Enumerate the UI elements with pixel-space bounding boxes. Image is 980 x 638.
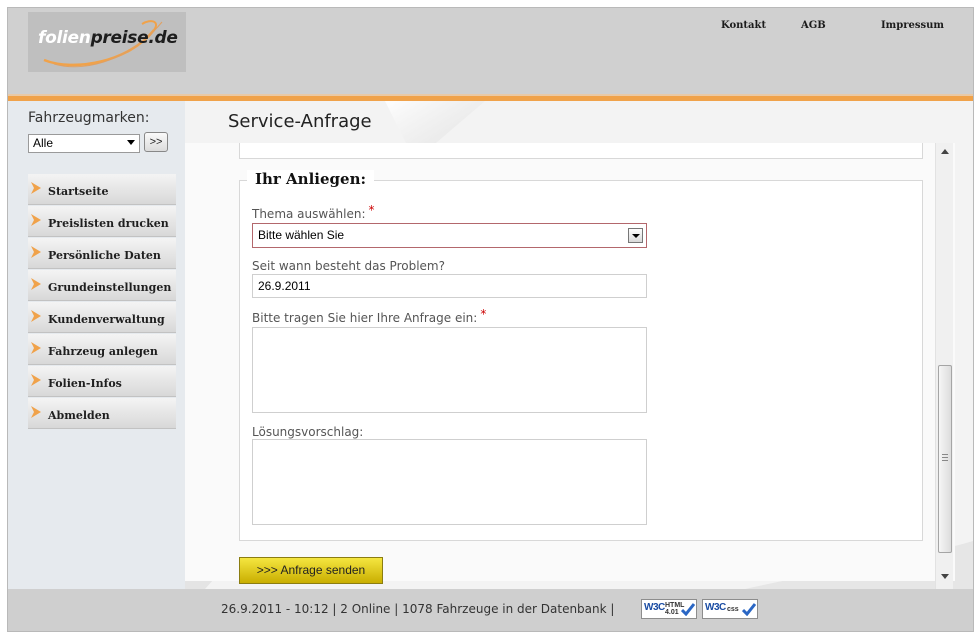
sidebar-item-label: Kundenverwaltung [48, 313, 165, 326]
sidebar-item-label: Preislisten drucken [48, 217, 169, 230]
form-scroll-area: Ihr Anliegen: Thema auswählen: * Bitte wä… [185, 143, 955, 584]
since-label: Seit wann besteht das Problem? [252, 259, 445, 273]
sidebar-item-folien-infos[interactable]: Folien-Infos [28, 366, 176, 397]
sidebar-item-label: Folien-Infos [48, 377, 122, 390]
sidebar-item-abmelden[interactable]: Abmelden [28, 398, 176, 429]
scroll-up-icon[interactable] [941, 149, 949, 154]
chevron-right-icon [31, 374, 41, 386]
brand-select-value: Alle [33, 136, 54, 150]
chevron-right-icon [31, 182, 41, 194]
sidebar-item-label: Fahrzeug anlegen [48, 345, 158, 358]
sidebar-item-label: Persönliche Daten [48, 249, 161, 262]
sidebar-item-label: Grundeinstellungen [48, 281, 172, 294]
chevron-right-icon [31, 406, 41, 418]
brand-label: Fahrzeugmarken: [28, 110, 150, 126]
grip-icon [942, 454, 948, 461]
nav-link-kontakt[interactable]: Kontakt [721, 20, 766, 31]
sidebar-item-label: Abmelden [48, 409, 110, 422]
sidebar-item-persoenliche-daten[interactable]: Persönliche Daten [28, 238, 176, 269]
sidebar-item-grundeinstellungen[interactable]: Grundeinstellungen [28, 270, 176, 301]
w3c-css-badge[interactable]: W3C css [702, 599, 758, 619]
site-footer: 26.9.2011 - 10:12 | 2 Online | 1078 Fahr… [8, 589, 973, 631]
sidebar-item-label: Startseite [48, 185, 109, 198]
w3c-logo: W3C [644, 602, 665, 613]
previous-fieldset [239, 143, 923, 159]
required-marker: * [480, 307, 487, 321]
sidebar: Fahrzeugmarken: Alle >> Startseite Preis… [8, 101, 185, 589]
request-label: Bitte tragen Sie hier Ihre Anfrage ein: * [252, 307, 487, 325]
chevron-down-icon [127, 140, 135, 145]
brand-go-button[interactable]: >> [144, 132, 168, 152]
scroll-down-icon[interactable] [941, 574, 949, 579]
nav-link-impressum[interactable]: Impressum [881, 20, 944, 31]
chevron-right-icon [31, 214, 41, 226]
checkmark-icon [742, 603, 756, 616]
w3c-logo: W3C [705, 602, 726, 613]
chevron-down-icon[interactable] [628, 228, 643, 243]
request-textarea[interactable] [252, 327, 647, 413]
site-logo[interactable]: folienpreise.de [28, 12, 186, 72]
badge-kind: css [727, 606, 739, 613]
checkmark-icon [681, 603, 695, 616]
chevron-right-icon [31, 342, 41, 354]
chevron-right-icon [31, 246, 41, 258]
topic-label: Thema auswählen: * [252, 203, 375, 221]
form-scrollbar[interactable] [935, 143, 953, 589]
since-input[interactable]: 26.9.2011 [252, 274, 647, 298]
site-header: folienpreise.de Kontakt AGB Impressum [8, 8, 973, 96]
chevron-right-icon [31, 278, 41, 290]
browser-page: folienpreise.de Kontakt AGB Impressum Fa… [7, 7, 974, 632]
brand-select[interactable]: Alle [28, 134, 140, 153]
nav-link-agb[interactable]: AGB [801, 20, 826, 31]
solution-label: Lösungsvorschlag: [252, 425, 364, 439]
page-title: Service-Anfrage [228, 111, 372, 132]
sidebar-item-kundenverwaltung[interactable]: Kundenverwaltung [28, 302, 176, 333]
sidebar-menu: Startseite Preislisten drucken Persönlic… [28, 174, 176, 430]
fieldset-legend: Ihr Anliegen: [247, 170, 375, 188]
chevron-right-icon [31, 310, 41, 322]
topic-select[interactable]: Bitte wählen Sie [252, 223, 647, 248]
sidebar-item-preislisten[interactable]: Preislisten drucken [28, 206, 176, 237]
scrollbar-thumb[interactable] [938, 365, 952, 553]
w3c-html-badge[interactable]: W3C HTML 4.01 [641, 599, 697, 619]
sidebar-item-startseite[interactable]: Startseite [28, 174, 176, 205]
footer-status: 26.9.2011 - 10:12 | 2 Online | 1078 Fahr… [221, 602, 615, 616]
logo-text: folienpreise.de [38, 28, 178, 48]
required-marker: * [368, 203, 375, 217]
topic-select-value: Bitte wählen Sie [258, 228, 345, 242]
main-content: Service-Anfrage Ihr Anliegen: Thema ausw… [185, 101, 973, 589]
sidebar-item-fahrzeug-anlegen[interactable]: Fahrzeug anlegen [28, 334, 176, 365]
submit-request-button[interactable]: >>> Anfrage senden [239, 557, 383, 584]
solution-textarea[interactable] [252, 439, 647, 525]
